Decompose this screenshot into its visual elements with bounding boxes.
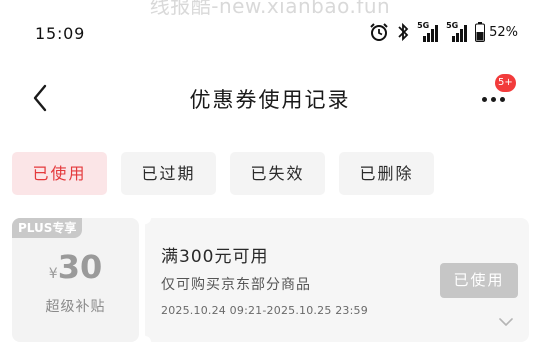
header: 优惠券使用记录 5+: [0, 70, 540, 126]
coupon-threshold: 满300元可用: [161, 247, 269, 267]
more-horizontal-icon: [481, 96, 487, 102]
ticket-notch: [139, 212, 151, 224]
tab-bar: 已使用 已过期 已失效 已删除: [12, 152, 434, 195]
coupon-card[interactable]: PLUS专享 ¥30 超级补贴 满300元可用 仅可购买京东部分商品 2025.…: [12, 212, 529, 348]
tab-expired[interactable]: 已过期: [121, 152, 216, 195]
signal-5g-icon: 5G: [417, 21, 439, 43]
used-status-button[interactable]: 已使用: [440, 263, 518, 298]
more-dot: [499, 96, 505, 102]
chevron-down-icon: [499, 318, 513, 326]
more-dot: [490, 96, 496, 102]
page-title: 优惠券使用记录: [189, 88, 351, 112]
expand-button[interactable]: [497, 314, 515, 328]
status-bar: 15:09 5G 5G 52%: [0, 16, 540, 50]
coupon-validity: 2025.10.24 09:21-2025.10.25 23:59: [161, 304, 368, 317]
tab-used[interactable]: 已使用: [12, 152, 107, 195]
tab-invalid[interactable]: 已失效: [230, 152, 325, 195]
coupon-detail-panel: 满300元可用 仅可购买京东部分商品 2025.10.24 09:21-2025…: [139, 212, 529, 348]
coupon-value: 30: [57, 248, 103, 286]
coupon-amount: ¥30: [12, 248, 139, 286]
tab-deleted[interactable]: 已删除: [339, 152, 434, 195]
coupon-scope: 仅可购买京东部分商品: [161, 277, 311, 293]
status-time: 15:09: [35, 24, 86, 43]
battery-percent: 52%: [489, 24, 518, 40]
battery-icon: [475, 22, 486, 42]
ticket-notch: [139, 336, 151, 348]
coupon-subtitle: 超级补贴: [45, 299, 106, 315]
status-icons: 5G 5G 52%: [369, 21, 518, 43]
bluetooth-icon: [396, 22, 410, 42]
coupon-amount-panel: PLUS专享 ¥30 超级补贴: [12, 218, 139, 342]
alarm-icon: [369, 22, 389, 42]
message-badge: 5+: [495, 74, 516, 92]
plus-exclusive-tag: PLUS专享: [12, 218, 83, 238]
signal-5g-icon-2: 5G: [446, 21, 468, 43]
currency-symbol: ¥: [48, 266, 58, 282]
